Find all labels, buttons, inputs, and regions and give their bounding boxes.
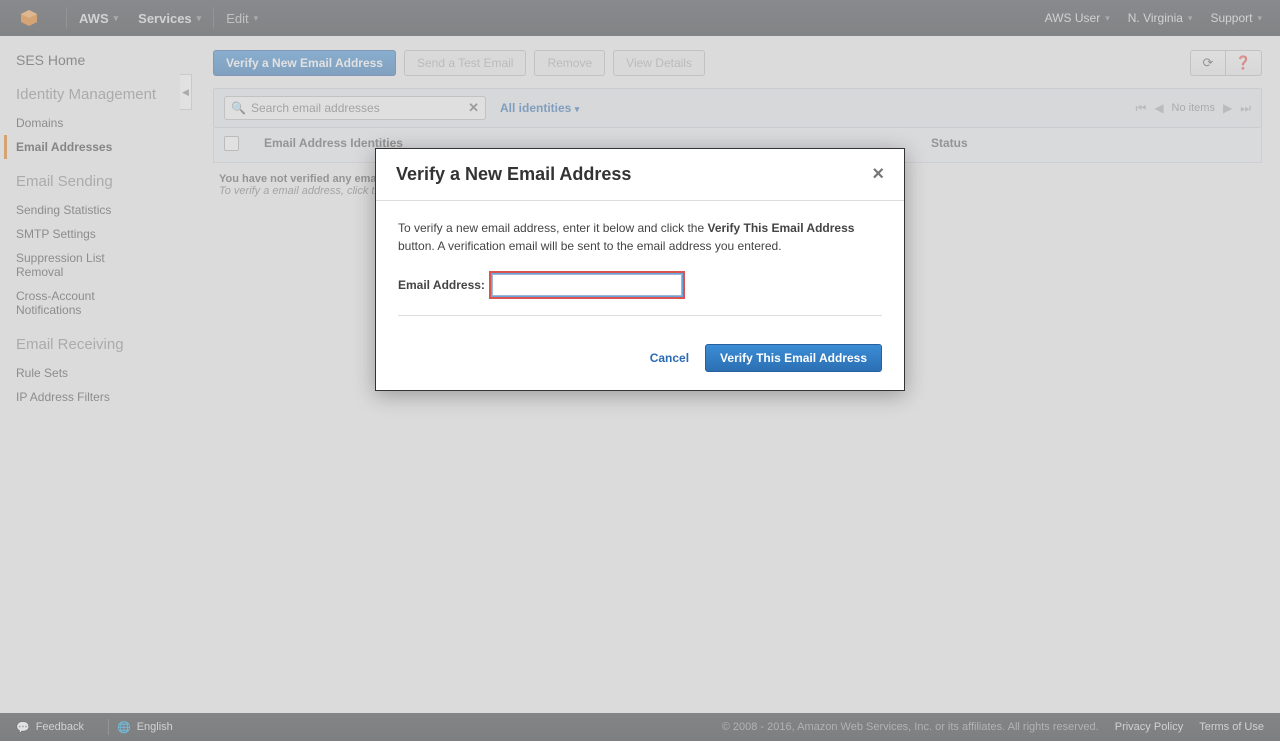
- email-input[interactable]: [492, 274, 682, 296]
- verify-email-modal: Verify a New Email Address × To verify a…: [375, 148, 905, 391]
- modal-overlay[interactable]: Verify a New Email Address × To verify a…: [0, 0, 1280, 741]
- email-field-row: Email Address:: [398, 271, 882, 316]
- cancel-button[interactable]: Cancel: [650, 351, 689, 365]
- modal-footer: Cancel Verify This Email Address: [376, 334, 904, 390]
- modal-header: Verify a New Email Address ×: [376, 149, 904, 201]
- modal-title: Verify a New Email Address: [396, 164, 631, 185]
- modal-body: To verify a new email address, enter it …: [376, 201, 904, 334]
- verify-this-email-button[interactable]: Verify This Email Address: [705, 344, 882, 372]
- modal-instructions: To verify a new email address, enter it …: [398, 219, 882, 255]
- email-label: Email Address:: [398, 276, 485, 294]
- close-icon[interactable]: ×: [872, 163, 884, 186]
- email-input-highlight: [489, 271, 685, 299]
